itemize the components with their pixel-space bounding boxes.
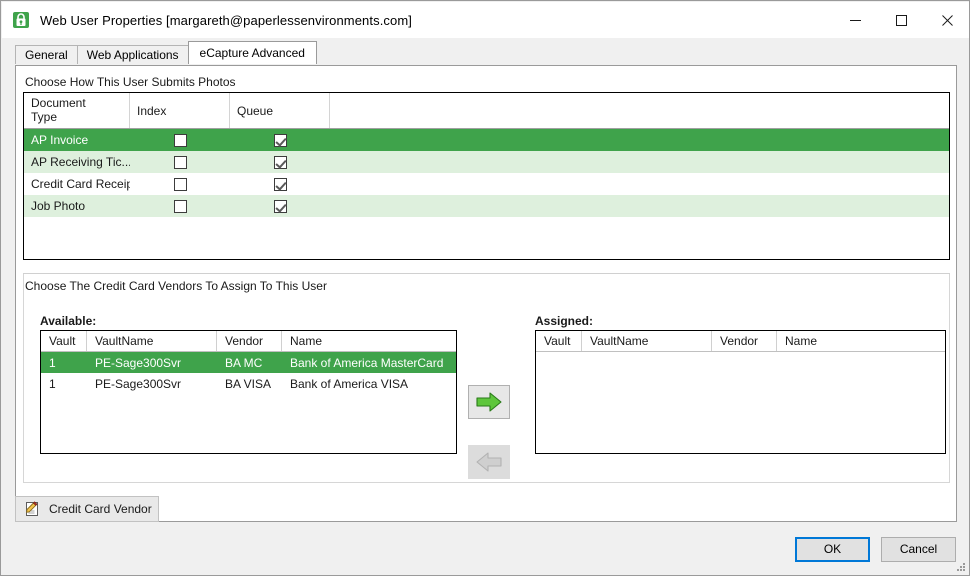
cell-index[interactable]: [130, 133, 230, 147]
cell-name: Bank of America MasterCard: [290, 355, 444, 370]
tab-ecapture-advanced[interactable]: eCapture Advanced: [187, 41, 317, 64]
cell-vault: 1: [49, 355, 56, 370]
index-checkbox[interactable]: [173, 199, 187, 213]
cell-vendor: BA MC: [225, 355, 263, 370]
list-item[interactable]: 1 PE-Sage300Svr BA MC Bank of America Ma…: [41, 352, 456, 373]
photos-section-label: Choose How This User Submits Photos: [25, 75, 236, 89]
cell-name: Bank of America VISA: [290, 376, 409, 391]
available-list-header: Vault VaultName Vendor Name: [41, 331, 456, 352]
available-vendors-list[interactable]: Vault VaultName Vendor Name 1 PE-Sage300…: [40, 330, 457, 454]
column-header-vault[interactable]: Vault: [536, 331, 582, 351]
web-user-properties-window: Web User Properties [margareth@paperless…: [0, 0, 970, 576]
resize-grip-icon[interactable]: [954, 560, 966, 572]
cell-index[interactable]: [130, 177, 230, 191]
ok-button[interactable]: OK: [795, 537, 870, 562]
table-row[interactable]: AP Receiving Tic...: [24, 151, 949, 173]
tab-general[interactable]: General: [15, 45, 78, 64]
cell-vendor: BA VISA: [225, 376, 272, 391]
tab-web-applications[interactable]: Web Applications: [76, 45, 189, 64]
column-header-document-type-line2: Type: [31, 110, 58, 124]
cell-vault: 1: [49, 376, 56, 391]
cell-document-type: Credit Card Receipt: [31, 177, 130, 191]
column-header-vendor[interactable]: Vendor: [712, 331, 777, 351]
cell-vaultname: PE-Sage300Svr: [95, 376, 182, 391]
column-header-vaultname[interactable]: VaultName: [582, 331, 712, 351]
unassign-vendor-button[interactable]: [468, 445, 510, 479]
column-header-name[interactable]: Name: [282, 331, 456, 351]
assigned-list-header: Vault VaultName Vendor Name: [536, 331, 945, 352]
column-header-spacer: [330, 93, 949, 128]
cancel-button[interactable]: Cancel: [881, 537, 956, 562]
document-type-grid-header: Document Type Index Queue: [24, 93, 949, 129]
note-pencil-icon: [23, 500, 41, 518]
document-type-grid[interactable]: Document Type Index Queue AP Invoice AP …: [23, 92, 950, 260]
tab-page-ecapture-advanced: Choose How This User Submits Photos Docu…: [15, 65, 957, 522]
vendors-section-label: Choose The Credit Card Vendors To Assign…: [25, 279, 327, 293]
assign-vendor-button[interactable]: [468, 385, 510, 419]
table-row[interactable]: Job Photo: [24, 195, 949, 217]
index-checkbox[interactable]: [173, 177, 187, 191]
cell-queue[interactable]: [230, 155, 330, 169]
cell-queue[interactable]: [230, 133, 330, 147]
column-header-index[interactable]: Index: [130, 93, 230, 128]
cell-queue[interactable]: [230, 199, 330, 213]
close-icon: [941, 14, 953, 26]
column-header-document-type[interactable]: Document Type: [24, 93, 130, 128]
cell-index[interactable]: [130, 199, 230, 213]
table-row[interactable]: Credit Card Receipt: [24, 173, 949, 195]
queue-checkbox[interactable]: [273, 155, 287, 169]
title-bar: Web User Properties [margareth@paperless…: [2, 2, 969, 38]
minimize-button[interactable]: [832, 2, 878, 38]
cell-queue[interactable]: [230, 177, 330, 191]
column-header-vault[interactable]: Vault: [41, 331, 87, 351]
list-item[interactable]: 1 PE-Sage300Svr BA VISA Bank of America …: [41, 373, 456, 394]
section-divider: [23, 273, 950, 274]
cell-index[interactable]: [130, 155, 230, 169]
queue-checkbox[interactable]: [273, 199, 287, 213]
maximize-icon: [895, 14, 907, 26]
column-header-document-type-line1: Document: [31, 96, 86, 110]
arrow-right-icon: [476, 392, 502, 412]
column-header-name[interactable]: Name: [777, 331, 945, 351]
queue-checkbox[interactable]: [273, 177, 287, 191]
maximize-button[interactable]: [878, 2, 924, 38]
tab-strip: General Web Applications eCapture Advanc…: [15, 41, 317, 64]
assigned-vendors-list[interactable]: Vault VaultName Vendor Name: [535, 330, 946, 454]
credit-card-vendor-button[interactable]: Credit Card Vendor: [15, 496, 159, 522]
credit-card-vendor-label: Credit Card Vendor: [49, 502, 152, 516]
lock-shield-icon: [11, 10, 31, 30]
index-checkbox[interactable]: [173, 133, 187, 147]
table-row[interactable]: AP Invoice: [24, 129, 949, 151]
window-controls: [832, 2, 969, 38]
minimize-icon: [849, 19, 861, 21]
cell-document-type: AP Receiving Tic...: [31, 155, 130, 169]
column-header-vaultname[interactable]: VaultName: [87, 331, 217, 351]
cell-vaultname: PE-Sage300Svr: [95, 355, 182, 370]
column-header-queue[interactable]: Queue: [230, 93, 330, 128]
close-button[interactable]: [924, 2, 969, 38]
column-header-vendor[interactable]: Vendor: [217, 331, 282, 351]
available-list-label: Available:: [40, 314, 97, 328]
window-title: Web User Properties [margareth@paperless…: [40, 12, 412, 28]
cell-document-type: Job Photo: [31, 199, 86, 213]
cell-document-type: AP Invoice: [31, 133, 89, 147]
assigned-list-label: Assigned:: [535, 314, 594, 328]
queue-checkbox[interactable]: [273, 133, 287, 147]
index-checkbox[interactable]: [173, 155, 187, 169]
arrow-left-icon: [476, 452, 502, 472]
